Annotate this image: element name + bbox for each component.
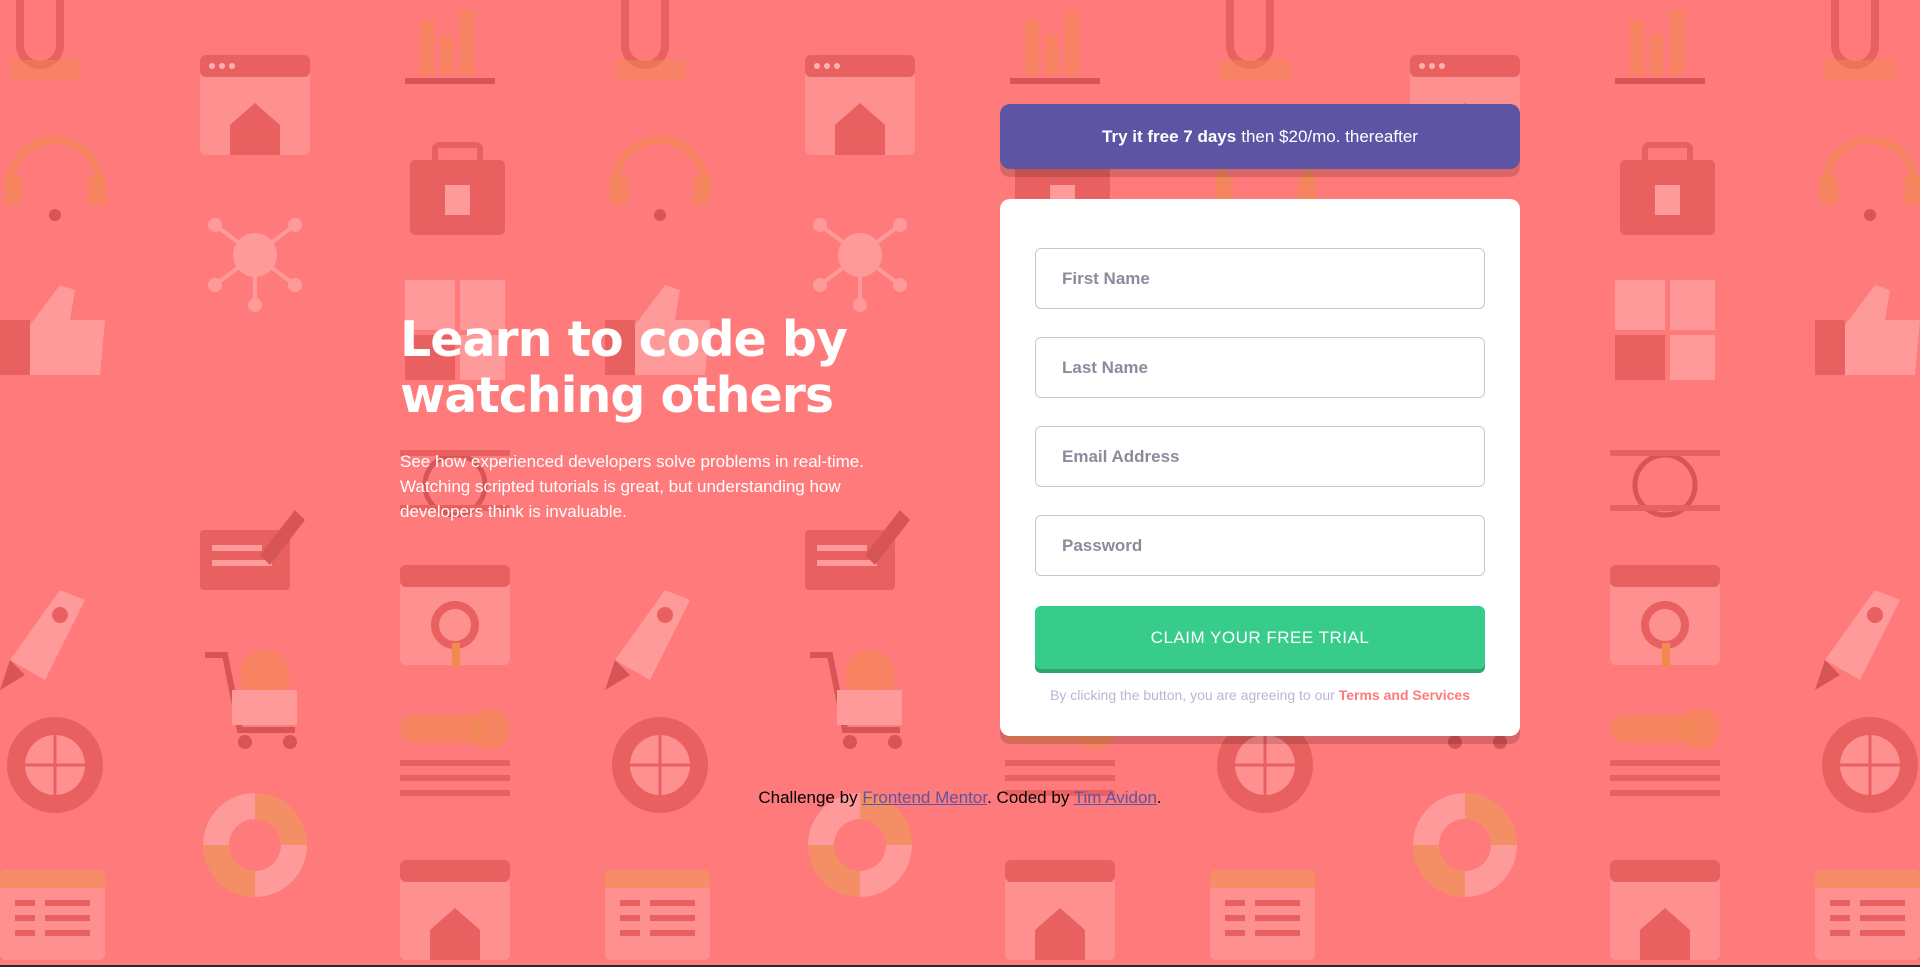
frontend-mentor-link[interactable]: Frontend Mentor xyxy=(862,788,987,807)
hero-description-line: developers think is invaluable. xyxy=(400,502,627,521)
hero-title-line: Learn to code by xyxy=(400,311,848,368)
hero-title-line: watching others xyxy=(400,367,834,424)
attribution-period: . xyxy=(1156,788,1162,807)
terms-notice: By clicking the button, you are agreeing… xyxy=(1035,687,1485,703)
promo-banner: Try it free 7 days then $20/mo. thereaft… xyxy=(1000,104,1520,169)
hero-description-line: See how experienced developers solve pro… xyxy=(400,452,864,471)
hero-description: See how experienced developers solve pro… xyxy=(400,449,910,524)
promo-bold-text: Try it free 7 days xyxy=(1102,126,1237,146)
attribution-coded-text: . Coded by xyxy=(987,788,1070,807)
hero-description-line: Watching scripted tutorials is great, bu… xyxy=(400,477,841,496)
last-name-input[interactable] xyxy=(1062,357,1484,378)
promo-text: then $20/mo. thereafter xyxy=(1241,126,1418,146)
first-name-input[interactable] xyxy=(1062,268,1484,289)
hero-section: Learn to code by watching others See how… xyxy=(400,312,920,524)
password-input[interactable] xyxy=(1062,535,1484,556)
terms-text: By clicking the button, you are agreeing… xyxy=(1050,687,1335,703)
author-link[interactable]: Tim Avidon xyxy=(1074,788,1157,807)
hero-title: Learn to code by watching others xyxy=(400,312,920,424)
email-input[interactable] xyxy=(1062,446,1484,467)
attribution-challenge-text: Challenge by xyxy=(758,788,858,807)
signup-form: CLAIM YOUR FREE TRIAL By clicking the bu… xyxy=(1000,199,1520,736)
terms-link[interactable]: Terms and Services xyxy=(1339,687,1470,703)
last-name-field[interactable] xyxy=(1035,337,1485,398)
email-field[interactable] xyxy=(1035,426,1485,487)
first-name-field[interactable] xyxy=(1035,248,1485,309)
claim-trial-button[interactable]: CLAIM YOUR FREE TRIAL xyxy=(1035,606,1485,669)
background-pattern xyxy=(0,0,1920,967)
password-field[interactable] xyxy=(1035,515,1485,576)
attribution: Challenge by Frontend Mentor. Coded by T… xyxy=(0,788,1920,808)
